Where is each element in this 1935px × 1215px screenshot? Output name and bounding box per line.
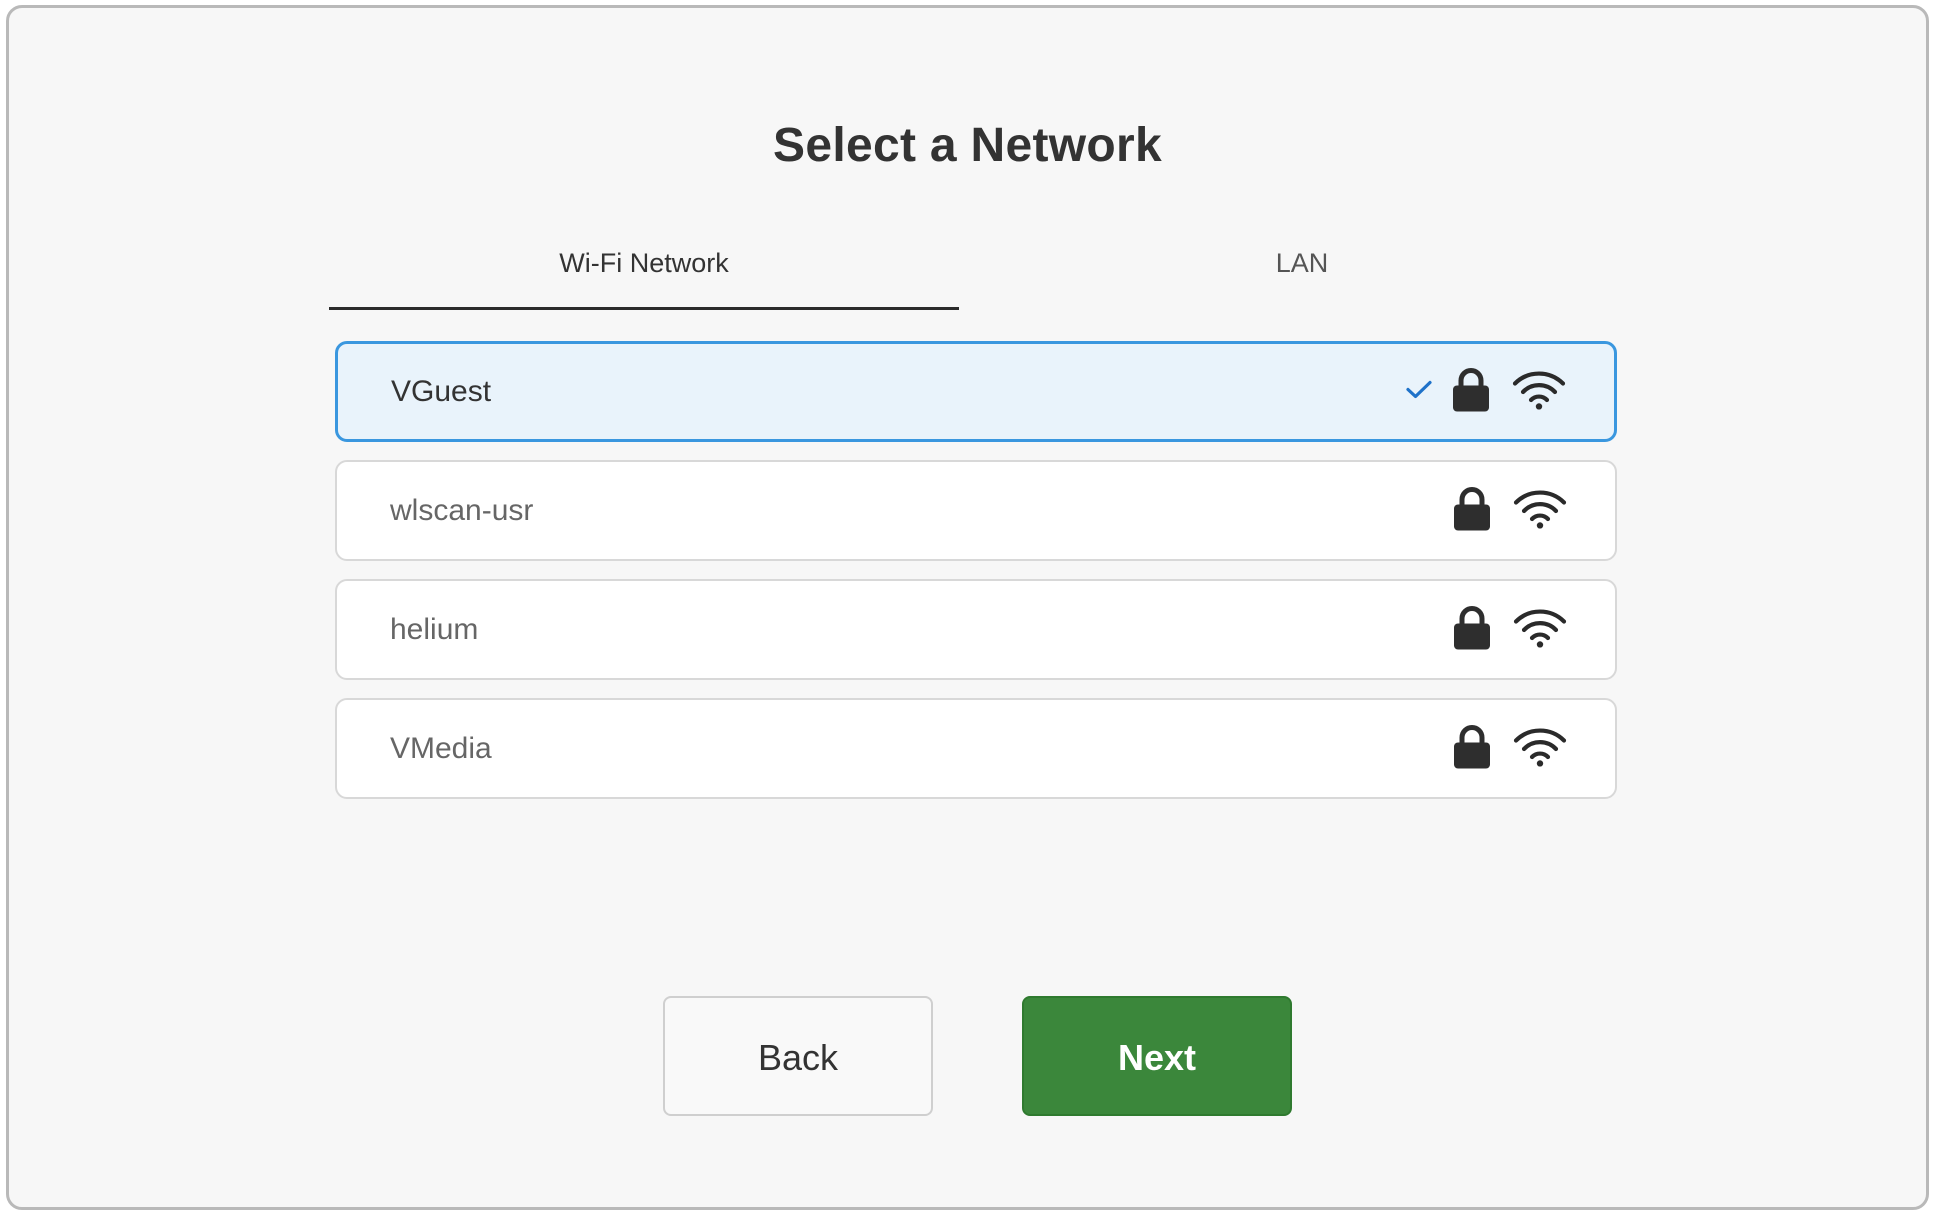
lock-icon [1453, 605, 1491, 654]
network-item-wlscan-usr[interactable]: wlscan-usr [335, 460, 1617, 561]
network-status-icons [1406, 367, 1566, 416]
network-item-vguest[interactable]: VGuest [335, 341, 1617, 442]
setup-dialog: Select a Network Wi-Fi Network LAN VGues… [6, 5, 1929, 1210]
network-item-vmedia[interactable]: VMedia [335, 698, 1617, 799]
network-status-icons [1453, 486, 1567, 535]
network-status-icons [1453, 605, 1567, 654]
wifi-icon [1512, 369, 1566, 414]
wifi-icon [1513, 488, 1567, 533]
network-name: VGuest [391, 374, 492, 408]
network-item-helium[interactable]: helium [335, 579, 1617, 680]
back-button[interactable]: Back [663, 996, 933, 1116]
check-icon [1406, 379, 1432, 404]
tab-wifi-network[interactable]: Wi-Fi Network [329, 236, 959, 310]
next-button[interactable]: Next [1022, 996, 1292, 1116]
network-name: helium [390, 612, 479, 646]
network-status-icons [1453, 724, 1567, 773]
lock-icon [1453, 724, 1491, 773]
network-list: VGuest wlscan-usr helium VMedia [335, 341, 1617, 817]
tab-lan[interactable]: LAN [987, 236, 1617, 310]
network-name: wlscan-usr [390, 493, 534, 527]
wifi-icon [1513, 726, 1567, 771]
wifi-icon [1513, 607, 1567, 652]
lock-icon [1452, 367, 1490, 416]
network-name: VMedia [390, 731, 492, 765]
page-title: Select a Network [773, 119, 1162, 172]
network-type-tabs: Wi-Fi Network LAN [329, 236, 1617, 310]
lock-icon [1453, 486, 1491, 535]
